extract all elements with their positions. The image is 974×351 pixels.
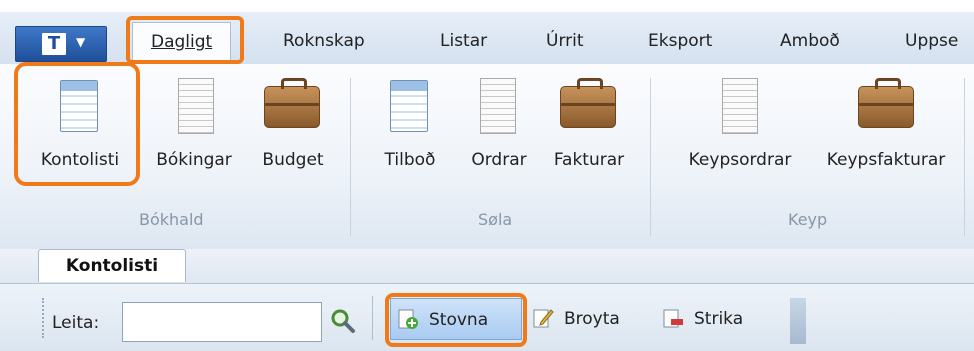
broyta-button[interactable]: Broyta	[532, 298, 654, 340]
chevron-down-icon: ▼	[76, 35, 86, 49]
briefcase-icon	[858, 78, 914, 128]
document-tab-kontolisti[interactable]: Kontolisti	[38, 249, 186, 282]
bokingar-label: Bókingar	[156, 150, 232, 170]
kontolisti-highlight	[14, 62, 140, 186]
briefcase-icon	[560, 78, 616, 128]
edit-icon	[533, 309, 554, 328]
tab-roknskap[interactable]: Roknskap	[283, 22, 365, 60]
ordrar-button[interactable]: Ordrar	[458, 72, 540, 192]
tab-highlight	[126, 16, 244, 64]
strika-button[interactable]: Strika	[662, 298, 782, 340]
group-divider	[650, 78, 651, 236]
account-list-icon	[390, 80, 428, 132]
tab-listar[interactable]: Listar	[440, 22, 487, 60]
fakturar-label: Fakturar	[553, 150, 625, 170]
search-icon[interactable]	[330, 308, 356, 334]
group-divider	[350, 78, 351, 236]
toolbar-grip[interactable]	[42, 298, 46, 338]
purchase-order-icon	[722, 78, 758, 134]
toolbar-overflow-button[interactable]	[790, 298, 806, 344]
search-input[interactable]	[122, 302, 322, 342]
keypsfakturar-label: Keypsfakturar	[826, 150, 946, 170]
budget-button[interactable]: Budget	[250, 72, 336, 192]
window-top-edge	[0, 0, 974, 12]
keypsordrar-label: Keypsordrar	[688, 150, 792, 170]
journal-icon	[178, 78, 214, 134]
tab-urrit[interactable]: Úrrit	[546, 22, 584, 60]
broyta-label: Broyta	[564, 309, 620, 329]
app-logo-icon: T	[42, 33, 66, 55]
keypsordrar-button[interactable]: Keypsordrar	[670, 72, 810, 192]
group-label-bokhald: Bókhald	[139, 210, 204, 229]
delete-icon	[663, 309, 683, 328]
bokingar-button[interactable]: Bókingar	[146, 72, 242, 192]
ordrar-label: Ordrar	[471, 150, 527, 170]
strika-label: Strika	[694, 309, 744, 329]
budget-label: Budget	[262, 150, 324, 170]
tab-ambod[interactable]: Amboð	[780, 22, 840, 60]
tilbod-button[interactable]: Tilboð	[370, 72, 450, 192]
group-label-keyp: Keyp	[788, 210, 828, 229]
briefcase-icon	[264, 78, 320, 128]
group-label-sola: Søla	[478, 210, 513, 229]
search-label: Leita:	[52, 313, 100, 333]
group-divider	[964, 78, 965, 236]
application-menu-button[interactable]: T ▼	[15, 26, 107, 62]
order-document-icon	[480, 78, 516, 134]
fakturar-button[interactable]: Fakturar	[544, 72, 634, 192]
tab-eksport[interactable]: Eksport	[648, 22, 712, 60]
tab-uppse[interactable]: Uppse	[905, 22, 958, 60]
stovna-highlight	[385, 293, 527, 347]
keypsfakturar-button[interactable]: Keypsfakturar	[812, 72, 960, 192]
tilbod-label: Tilboð	[384, 150, 436, 170]
toolbar-separator	[372, 296, 373, 340]
